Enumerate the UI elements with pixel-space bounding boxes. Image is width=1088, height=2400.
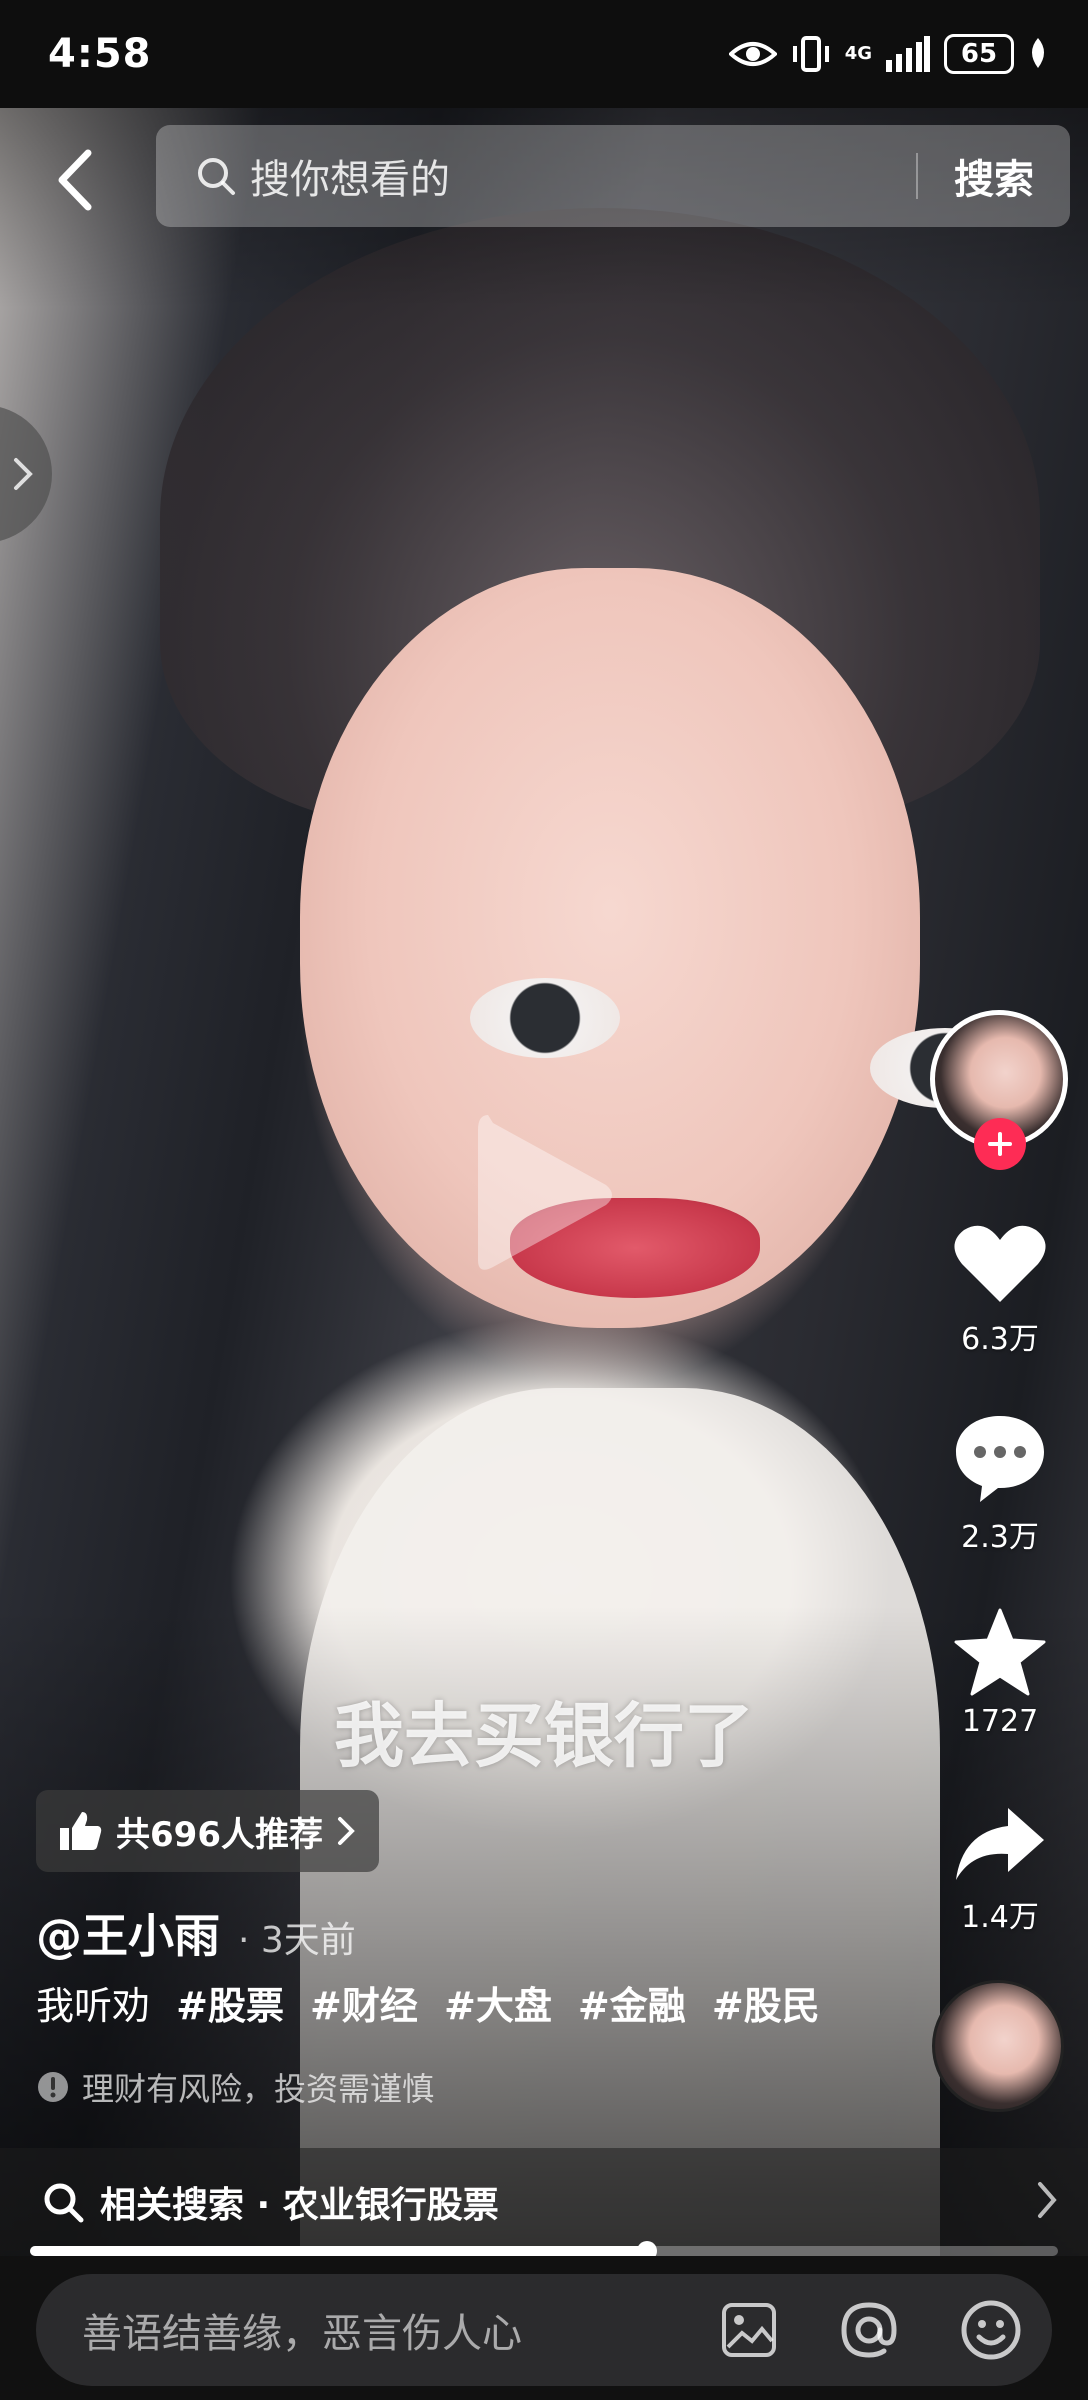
hashtag[interactable]: #股民 — [712, 1984, 820, 2028]
author-name[interactable]: @王小雨 — [36, 1900, 220, 1966]
caption-text: 我听劝 — [36, 1984, 151, 2028]
comment-area: 善语结善缘，恶言伤人心 — [0, 2256, 1088, 2400]
leaf-icon — [1032, 38, 1044, 68]
video-frame-eye — [470, 978, 620, 1058]
video-progress-bar[interactable] — [30, 2241, 1058, 2261]
back-button[interactable] — [50, 145, 100, 215]
vibrate-icon — [792, 36, 829, 72]
status-icons: 4G 65 — [728, 34, 1048, 74]
search-button[interactable]: 搜索 — [954, 147, 1034, 205]
risk-notice-text: 理财有风险，投资需谨慎 — [82, 2070, 435, 2108]
comment-placeholder: 善语结善缘，恶言伤人心 — [82, 2311, 522, 2357]
comment-button[interactable]: 2.3万 — [930, 1412, 1070, 1556]
warning-icon — [38, 2072, 68, 2102]
post-time: · 3天前 — [238, 1920, 356, 1961]
share-count: 1.4万 — [961, 1900, 1039, 1935]
chevron-right-icon — [1038, 2182, 1057, 2218]
author-line: @王小雨 · 3天前 — [36, 1900, 356, 1966]
comment-icon — [956, 1416, 1044, 1502]
heart-icon — [954, 1225, 1046, 1302]
play-icon — [478, 1115, 612, 1270]
hashtag[interactable]: #金融 — [578, 1984, 686, 2028]
follow-button[interactable] — [974, 1118, 1026, 1170]
music-disc[interactable] — [932, 1980, 1064, 2112]
comment-input[interactable]: 善语结善缘，恶言伤人心 — [36, 2274, 1052, 2386]
chevron-right-icon — [14, 458, 33, 490]
comment-tools — [720, 2299, 1022, 2361]
favorite-count: 1727 — [961, 1704, 1039, 1739]
search-bar[interactable]: 搜你想看的 搜索 — [156, 125, 1070, 227]
recommend-pill[interactable]: 共696人推荐 — [36, 1790, 379, 1872]
battery-level: 65 — [960, 39, 998, 69]
eye-icon — [728, 42, 777, 66]
favorite-button[interactable]: 1727 — [930, 1608, 1070, 1739]
related-search-text: 相关搜索 · 农业银行股票 — [100, 2185, 499, 2226]
search-divider — [916, 153, 918, 199]
star-icon — [954, 1608, 1046, 1696]
like-count: 6.3万 — [961, 1322, 1039, 1357]
share-icon — [956, 1808, 1044, 1880]
comment-count: 2.3万 — [961, 1520, 1039, 1555]
search-input[interactable]: 搜你想看的 — [250, 147, 916, 205]
chevron-right-icon — [337, 1817, 355, 1845]
related-search-bar[interactable]: 相关搜索 · 农业银行股票 — [0, 2148, 1088, 2256]
thumbs-up-icon — [60, 1812, 102, 1850]
play-button[interactable] — [468, 1105, 618, 1289]
back-icon — [58, 149, 92, 211]
battery-indicator: 65 — [944, 34, 1014, 74]
emoji-icon[interactable] — [960, 2299, 1022, 2361]
hashtag[interactable]: #财经 — [310, 1984, 418, 2028]
status-time: 4:58 — [48, 31, 152, 77]
video-subtitle: 我去买银行了 — [334, 1695, 754, 1777]
plus-icon — [988, 1132, 1012, 1156]
share-button[interactable]: 1.4万 — [930, 1804, 1070, 1936]
status-bar: 4:58 4G 65 — [0, 0, 1088, 108]
network-type: 4G — [844, 43, 872, 64]
like-button[interactable]: 6.3万 — [930, 1222, 1070, 1358]
risk-notice: 理财有风险，投资需谨慎 — [36, 2064, 434, 2110]
recommend-count: 共696人推荐 — [116, 1814, 323, 1855]
progress-fill — [30, 2246, 647, 2256]
video-caption: 我听劝 #股票 #财经 #大盘 #金融 #股民 — [36, 1975, 820, 2030]
at-icon[interactable] — [838, 2299, 900, 2361]
hashtag[interactable]: #股票 — [176, 1984, 284, 2028]
search-icon — [44, 2183, 84, 2223]
image-icon[interactable] — [720, 2301, 778, 2359]
hashtag[interactable]: #大盘 — [444, 1984, 552, 2028]
signal-icon — [886, 36, 930, 72]
search-icon — [198, 158, 235, 195]
